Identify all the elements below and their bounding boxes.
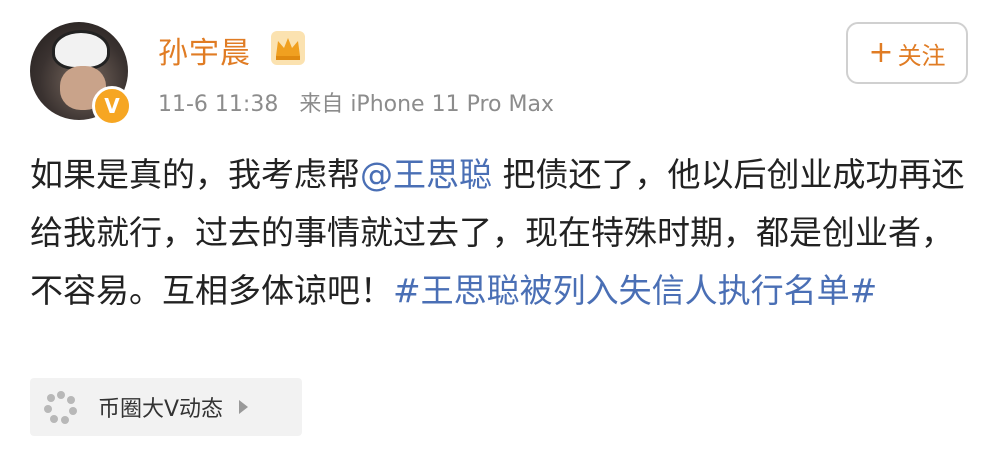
avatar-mask-image [52,30,110,70]
hashtag-link[interactable]: #王思聪被列入失信人执行名单# [393,271,877,310]
post-time[interactable]: 11-6 11:38 [158,92,278,117]
post-source: 来自 iPhone 11 Pro Max [299,92,554,117]
plus-icon: + [868,35,894,70]
crown-icon [271,31,305,65]
follow-label: 关注 [897,41,946,70]
verified-v-icon: V [92,86,132,126]
post-content: 如果是真的，我考虑帮@王思聪 把债还了，他以后创业成功再还给我就行，过去的事情就… [30,146,980,320]
mention-link[interactable]: @王思聪 [360,155,492,194]
chevron-right-icon [239,400,249,414]
pinwheel-icon [44,391,77,424]
topic-card-label: 币圈大V动态 [98,397,224,422]
post-text-part1: 如果是真的，我考虑帮 [30,155,360,194]
follow-button[interactable]: + 关注 [846,22,968,84]
author-name[interactable]: 孙宇晨 [158,28,251,72]
topic-card[interactable]: 币圈大V动态 [30,378,302,436]
post-meta: 11-6 11:38 来自 iPhone 11 Pro Max [158,86,554,118]
